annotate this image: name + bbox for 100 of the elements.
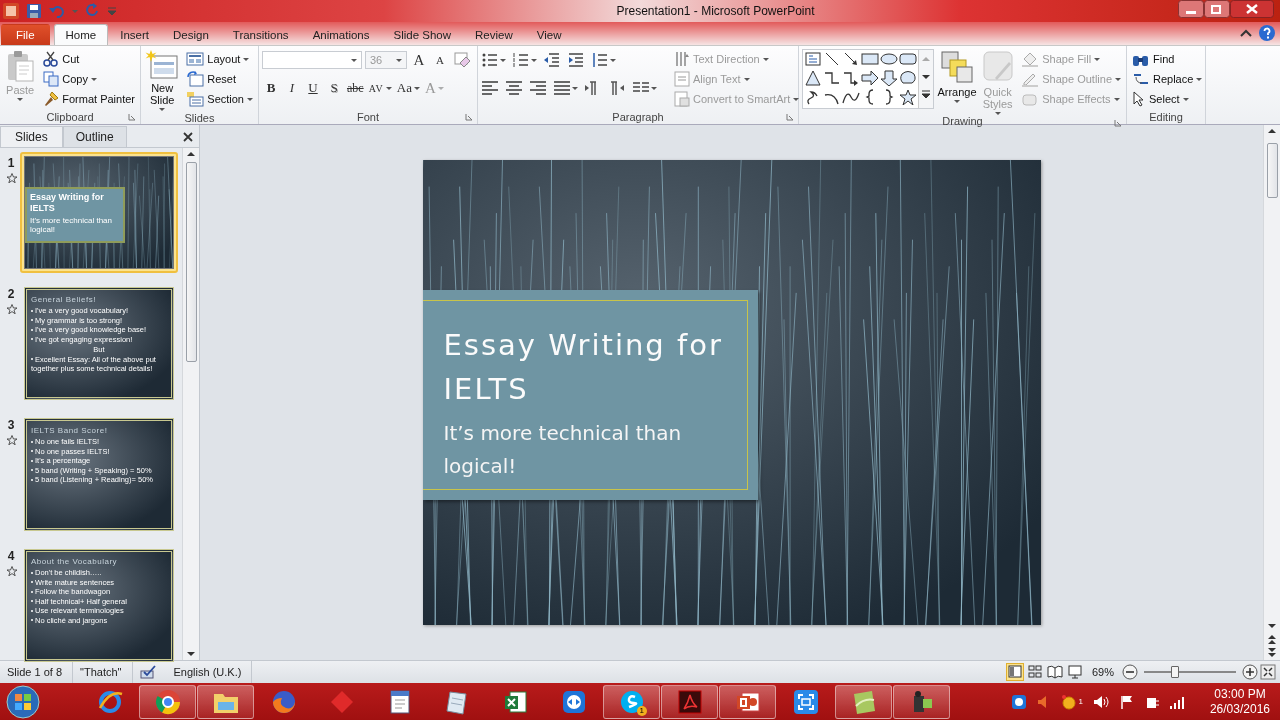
dialog-launcher-icon[interactable] — [1114, 119, 1122, 127]
clear-formatting-button[interactable] — [452, 50, 472, 70]
pencil-icon — [1021, 71, 1040, 87]
format-painter-button[interactable]: Format Painter — [41, 89, 137, 109]
zoom-in-icon[interactable] — [1242, 664, 1258, 680]
shape-icon — [899, 70, 917, 86]
flag-icon[interactable] — [1118, 693, 1135, 710]
thumbnail-title: About the Vocabulary — [31, 557, 119, 566]
pane-tab[interactable]: Outline — [62, 126, 127, 147]
scrollbar-thumb[interactable] — [1266, 143, 1278, 198]
font-name-field[interactable] — [262, 51, 362, 69]
slide-number: 4 — [7, 549, 15, 563]
save-icon[interactable] — [26, 3, 42, 19]
close-icon[interactable] — [1230, 0, 1274, 18]
start-button-icon[interactable] — [4, 683, 42, 720]
ribbon-tab[interactable]: Home — [53, 24, 109, 45]
down-arrow-icon — [880, 70, 898, 86]
new-slide-button[interactable]: New Slide — [144, 49, 181, 111]
cursor-icon — [1132, 91, 1146, 107]
ribbon-tab[interactable]: Transitions — [220, 24, 301, 45]
section-button[interactable]: Section — [184, 89, 255, 109]
screen-capture-icon — [791, 687, 820, 716]
taskbar-button[interactable] — [719, 684, 776, 719]
reset-button[interactable]: Reset — [184, 69, 255, 89]
copy-button[interactable]: Copy — [41, 69, 137, 89]
pane-tab[interactable]: Slides — [0, 126, 63, 147]
arrange-button[interactable]: Arrange — [938, 49, 976, 103]
clock-time: 03:00 PM — [1213, 686, 1267, 702]
taskbar-button[interactable] — [835, 684, 892, 719]
increase-indent-icon[interactable] — [567, 51, 585, 69]
character-spacing-button[interactable]: AV — [367, 78, 393, 98]
collapse-ribbon-icon[interactable] — [1240, 28, 1252, 38]
taskbar-button[interactable] — [197, 684, 254, 719]
clock[interactable]: 03:00 PM 26/03/2016 — [1209, 686, 1270, 717]
dialog-launcher-icon[interactable] — [786, 113, 794, 121]
taskbar-button[interactable] — [139, 684, 196, 719]
slide-sorter-icon[interactable] — [1026, 664, 1043, 680]
language-label[interactable]: English (U.K.) — [173, 666, 242, 678]
help-icon[interactable] — [1258, 24, 1276, 42]
caret-icon — [531, 58, 537, 62]
bullets-icon[interactable] — [481, 51, 499, 69]
slider-thumb[interactable] — [1171, 666, 1180, 678]
select-button[interactable]: Select — [1130, 89, 1205, 109]
group-label: Slides — [184, 111, 215, 124]
shapes-gallery[interactable] — [802, 49, 934, 109]
align-left-icon[interactable] — [481, 79, 499, 97]
strikethrough-button[interactable]: abc — [346, 78, 365, 98]
minimize-icon[interactable] — [1178, 0, 1204, 18]
group-label: Font — [357, 110, 379, 123]
caret-icon — [396, 58, 402, 62]
shrink-font-button[interactable]: A — [431, 50, 449, 70]
zoom-level[interactable]: 69% — [1085, 666, 1120, 678]
line-spacing-icon[interactable] — [591, 51, 609, 69]
caret-icon — [1196, 77, 1203, 81]
notification-badge: 1 — [636, 705, 647, 716]
taskbar-button[interactable]: 1 — [603, 684, 660, 719]
restore-icon[interactable] — [1204, 0, 1230, 18]
zoom-out-icon[interactable] — [1122, 664, 1138, 680]
ribbon-tab[interactable]: Design — [161, 24, 221, 45]
shadow-button[interactable]: S — [325, 78, 343, 98]
scrollbar-thumb[interactable] — [185, 162, 197, 362]
numbering-icon[interactable] — [512, 51, 530, 69]
change-case-button[interactable]: Aa — [395, 78, 421, 98]
ribbon-tab[interactable]: Animations — [300, 24, 382, 45]
notification-icon[interactable] — [1061, 693, 1078, 710]
underline-button[interactable]: U — [304, 78, 322, 98]
ribbon-tab[interactable]: Slide Show — [381, 24, 464, 45]
dialog-launcher-icon[interactable] — [465, 113, 473, 121]
group-label: Clipboard — [46, 110, 94, 123]
volume-icon[interactable] — [1091, 693, 1110, 710]
bold-button[interactable]: B — [262, 78, 280, 98]
dialog-launcher-icon[interactable] — [128, 113, 136, 121]
slide-number: 2 — [7, 287, 15, 301]
justify-icon[interactable] — [553, 79, 571, 97]
reading-view-icon[interactable] — [1046, 664, 1063, 680]
align-right-icon[interactable] — [529, 79, 547, 97]
align-center-icon[interactable] — [505, 79, 523, 97]
find-button[interactable]: Find — [1130, 49, 1205, 69]
close-icon[interactable] — [183, 132, 193, 142]
ribbon-tab[interactable]: Insert — [108, 24, 161, 45]
italic-button[interactable]: I — [283, 78, 301, 98]
cut-button[interactable]: Cut — [41, 49, 137, 69]
taskbar-button[interactable] — [661, 684, 718, 719]
spell-check-icon[interactable] — [139, 665, 158, 679]
grow-font-button[interactable]: A — [410, 50, 428, 70]
file-tab[interactable]: File — [1, 24, 50, 45]
fit-to-window-icon[interactable] — [1260, 664, 1276, 680]
replace-button[interactable]: Replace — [1130, 69, 1205, 89]
decrease-indent-icon[interactable] — [543, 51, 561, 69]
ribbon-tab[interactable]: Review — [463, 24, 525, 45]
taskbar-button[interactable] — [893, 684, 950, 719]
layout-button[interactable]: Layout — [184, 49, 255, 69]
triangle-icon — [804, 70, 822, 86]
slide-show-icon[interactable] — [1066, 664, 1083, 680]
right-to-left-icon[interactable] — [608, 79, 626, 97]
caret-icon — [1094, 57, 1101, 61]
reset-icon — [186, 71, 205, 87]
star-icon — [899, 89, 917, 105]
normal-view-icon[interactable] — [1006, 664, 1023, 680]
ribbon-tab[interactable]: View — [524, 24, 574, 45]
